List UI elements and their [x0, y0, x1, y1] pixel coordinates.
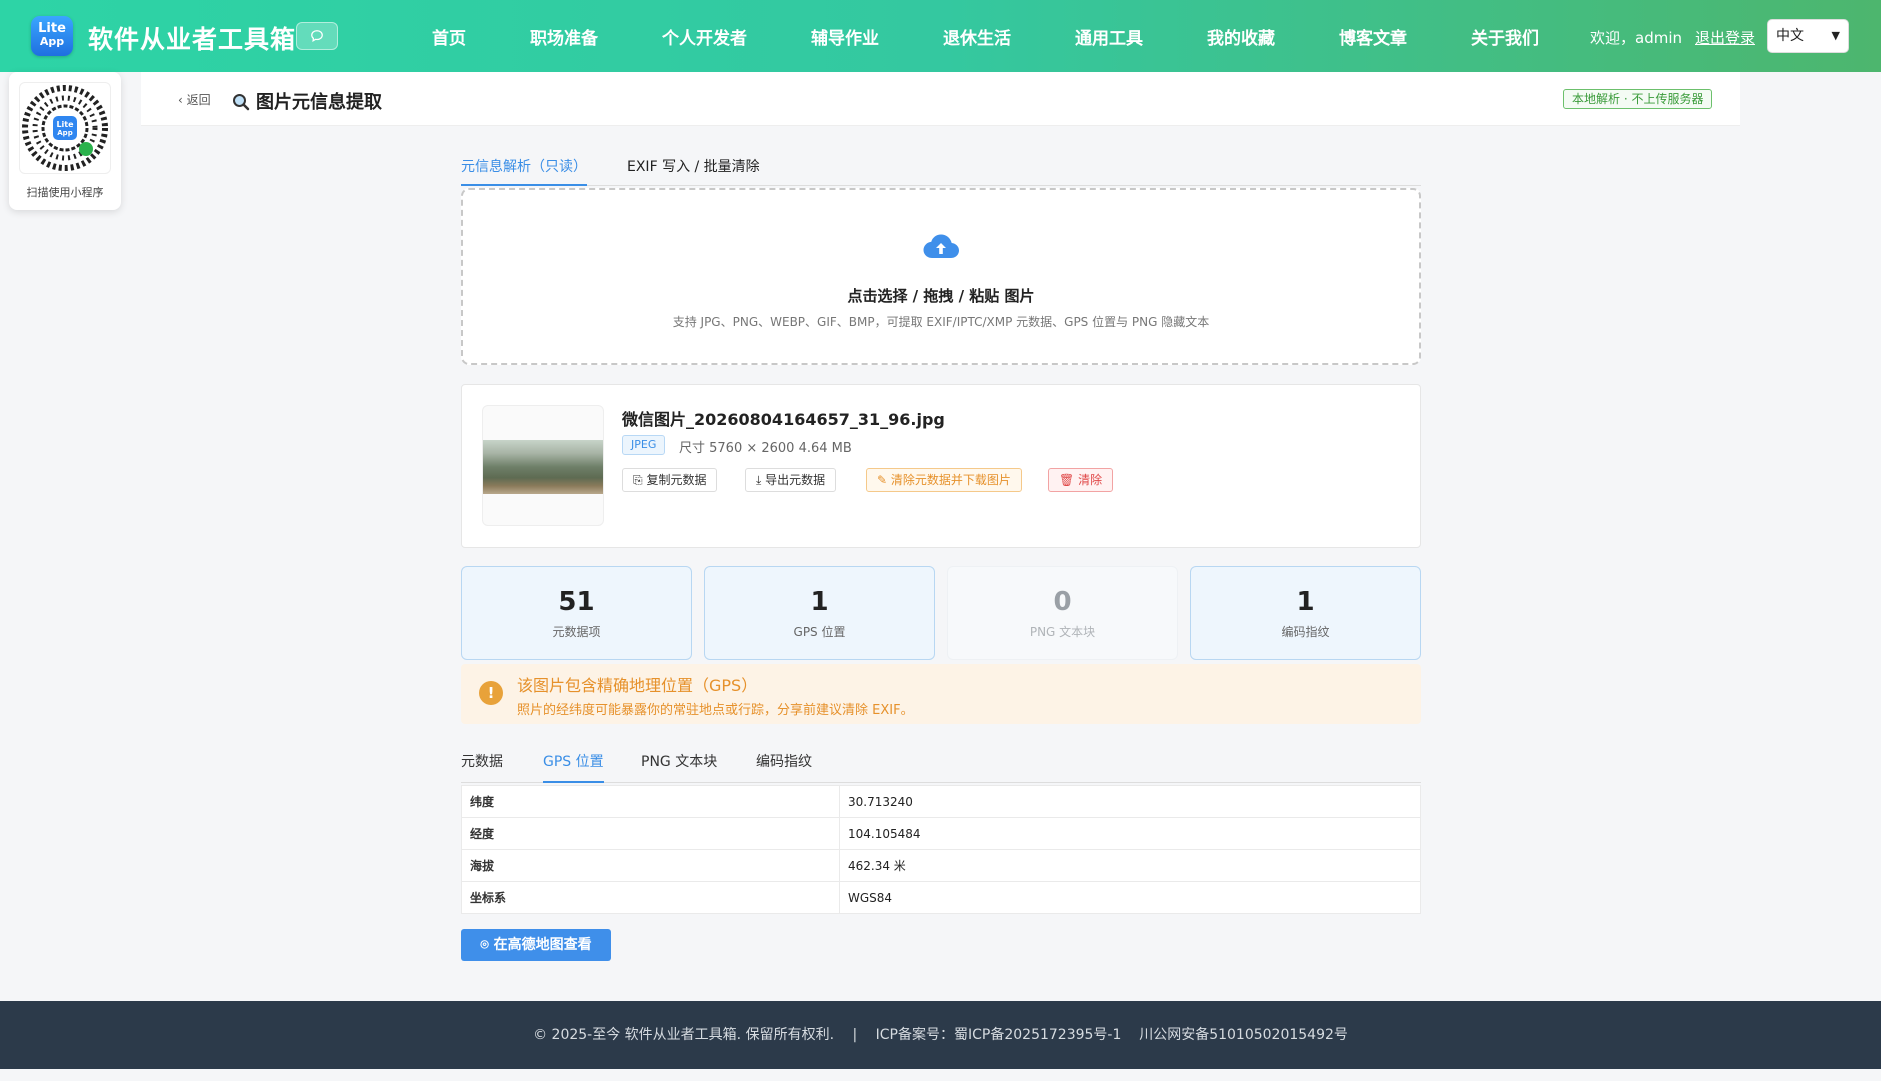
- download-icon: ⤓: [756, 473, 762, 487]
- tab-gps[interactable]: GPS 位置: [543, 750, 604, 783]
- nav-indie-dev[interactable]: 个人开发者: [630, 24, 779, 49]
- gps-value: 104.105484: [839, 817, 1421, 850]
- qr-code-image: Lite App: [19, 82, 111, 174]
- qr-caption: 扫描使用小程序: [26, 186, 104, 199]
- back-label: 返回: [186, 93, 211, 107]
- stat-value: 0: [1053, 587, 1072, 617]
- chevron-down-icon: ▼: [1831, 29, 1840, 42]
- clear-button[interactable]: 🗑 清除: [1048, 468, 1114, 492]
- table-row: 坐标系 WGS84: [461, 881, 1421, 914]
- chat-button[interactable]: [296, 22, 338, 50]
- gps-key: 坐标系: [461, 881, 840, 914]
- stat-fingerprint-count: 1 编码指纹: [1190, 566, 1421, 660]
- logout-link[interactable]: 退出登录: [1695, 27, 1755, 48]
- nav-career[interactable]: 职场准备: [498, 24, 630, 49]
- brush-icon: ✎: [877, 473, 888, 487]
- format-badge: JPEG: [622, 435, 666, 455]
- result-tabs: 元数据 GPS 位置 PNG 文本块 编码指纹: [461, 750, 1421, 783]
- stat-gps-count: 1 GPS 位置: [704, 566, 935, 660]
- copy-icon: ⎘: [633, 473, 643, 487]
- nav-home[interactable]: 首页: [400, 24, 498, 49]
- language-select[interactable]: 中文 ▼: [1767, 19, 1849, 53]
- local-parse-badge: 本地解析 · 不上传服务器: [1563, 89, 1713, 109]
- export-metadata-button[interactable]: ⤓ 导出元数据: [745, 468, 837, 492]
- open-amap-button[interactable]: ⌾ 在高德地图查看: [461, 929, 611, 961]
- nav-favorites[interactable]: 我的收藏: [1175, 24, 1307, 49]
- strip-and-download-button[interactable]: ✎ 清除元数据并下载图片: [866, 468, 1022, 492]
- nav-tools[interactable]: 通用工具: [1043, 24, 1175, 49]
- gps-key: 海拔: [461, 849, 840, 882]
- welcome-text: 欢迎，admin: [1590, 29, 1682, 47]
- page-title-text: 图片元信息提取: [256, 92, 382, 113]
- stat-value: 1: [1296, 587, 1315, 617]
- tab-parse-readonly[interactable]: 元信息解析（只读）: [461, 156, 587, 186]
- dropzone-hint: 支持 JPG、PNG、WEBP、GIF、BMP，可提取 EXIF/IPTC/XM…: [672, 315, 1210, 329]
- footer-copyright: © 2025-至今 软件从业者工具箱. 保留所有权利.: [533, 1027, 835, 1043]
- stat-label: 元数据项: [552, 625, 601, 639]
- qr-logo-line1: Lite: [56, 120, 74, 129]
- tab-png-text[interactable]: PNG 文本块: [641, 750, 717, 783]
- top-header: Lite App 软件从业者工具箱 首页 职场准备 个人开发者 辅导作业 退休生…: [0, 0, 1881, 72]
- nav-blog[interactable]: 博客文章: [1307, 24, 1439, 49]
- table-row: 海拔 462.34 米: [461, 849, 1421, 882]
- open-amap-label: 在高德地图查看: [493, 937, 592, 953]
- upload-dropzone[interactable]: [461, 188, 1421, 365]
- nav-homework[interactable]: 辅导作业: [779, 24, 911, 49]
- gps-value: 462.34 米: [839, 849, 1421, 882]
- gps-table: 纬度 30.713240 经度 104.105484 海拔 462.34 米 坐…: [461, 785, 1421, 914]
- gps-key: 纬度: [461, 785, 840, 818]
- copy-metadata-label: 复制元数据: [646, 473, 707, 487]
- thumbnail-photo: [483, 440, 603, 494]
- miniprogram-qr-card: Lite App 扫描使用小程序: [9, 72, 121, 210]
- page-title: 图片元信息提取: [232, 88, 382, 114]
- alert-title: 该图片包含精确地理位置（GPS）: [517, 676, 758, 695]
- file-name: 微信图片_20260804164657_31_96.jpg: [622, 410, 945, 429]
- mode-tabs: 元信息解析（只读） EXIF 写入 / 批量清除: [461, 156, 1421, 186]
- tab-metadata[interactable]: 元数据: [461, 750, 503, 783]
- footer-icp[interactable]: ICP备案号：蜀ICP备2025172395号-1: [876, 1027, 1122, 1043]
- trash-icon: 🗑: [1059, 473, 1075, 487]
- main-nav: 首页 职场准备 个人开发者 辅导作业 退休生活 通用工具 我的收藏 博客文章 关…: [400, 0, 1571, 72]
- tab-exif-write[interactable]: EXIF 写入 / 批量清除: [627, 156, 760, 186]
- search-icon: [232, 92, 250, 113]
- cloud-upload-icon: [461, 232, 1421, 266]
- location-pin-icon: ⌾: [480, 937, 489, 953]
- brand-title[interactable]: 软件从业者工具箱: [88, 20, 296, 56]
- back-link[interactable]: ‹ 返回: [178, 91, 211, 108]
- file-dimensions-size: 尺寸 5760 × 2600 4.64 MB: [679, 441, 852, 456]
- footer-divider: |: [852, 1027, 858, 1043]
- strip-and-download-label: 清除元数据并下载图片: [890, 473, 1011, 487]
- gps-value: WGS84: [839, 881, 1421, 914]
- clear-label: 清除: [1078, 473, 1103, 487]
- stat-label: GPS 位置: [793, 625, 846, 639]
- warning-icon: !: [479, 681, 503, 705]
- gps-key: 经度: [461, 817, 840, 850]
- stat-png-text-count: 0 PNG 文本块: [947, 566, 1178, 660]
- table-row: 经度 104.105484: [461, 817, 1421, 850]
- chat-icon: [311, 29, 323, 42]
- gps-value: 30.713240: [839, 785, 1421, 818]
- table-row: 纬度 30.713240: [461, 785, 1421, 818]
- nav-about[interactable]: 关于我们: [1439, 24, 1571, 49]
- image-thumbnail[interactable]: [482, 405, 604, 526]
- stat-label: 编码指纹: [1281, 625, 1330, 639]
- stat-value: 1: [810, 587, 829, 617]
- language-value: 中文: [1776, 28, 1804, 44]
- footer-police[interactable]: 川公网安备51010502015492号: [1139, 1027, 1348, 1043]
- copy-metadata-button[interactable]: ⎘ 复制元数据: [622, 468, 718, 492]
- alert-description: 照片的经纬度可能暴露你的常驻地点或行踪，分享前建议清除 EXIF。: [517, 703, 914, 718]
- export-metadata-label: 导出元数据: [765, 473, 826, 487]
- stat-label: PNG 文本块: [1029, 625, 1096, 639]
- nav-retirement[interactable]: 退休生活: [911, 24, 1043, 49]
- stat-metadata-count: 51 元数据项: [461, 566, 692, 660]
- app-logo[interactable]: Lite App: [31, 16, 73, 56]
- logo-text-line1: Lite: [38, 21, 66, 36]
- logo-text-line2: App: [39, 35, 65, 48]
- tab-fingerprint[interactable]: 编码指纹: [756, 750, 812, 783]
- site-footer: © 2025-至今 软件从业者工具箱. 保留所有权利. | ICP备案号：蜀IC…: [0, 1001, 1881, 1069]
- dropzone-title: 点击选择 / 拖拽 / 粘贴 图片: [847, 287, 1035, 305]
- qr-logo-line2: App: [57, 129, 72, 137]
- stat-value: 51: [558, 587, 595, 617]
